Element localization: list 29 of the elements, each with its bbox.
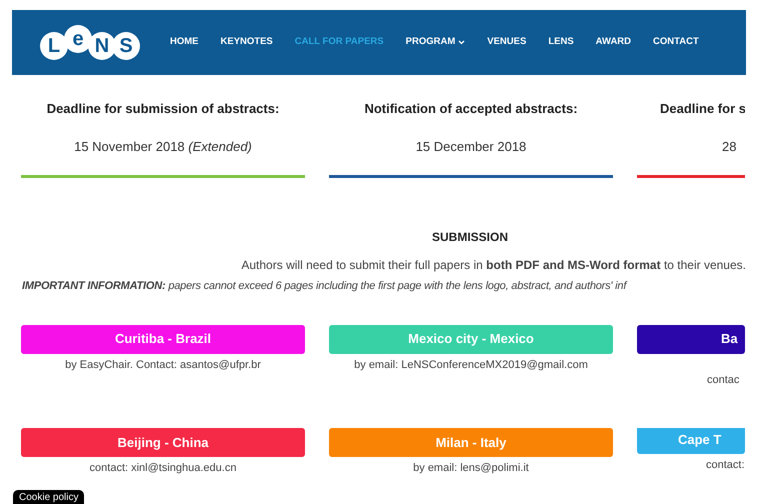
deadline-title: Deadline for s <box>659 100 745 118</box>
venue-contact: by email: lens@polimi.it <box>412 461 530 476</box>
nav-link[interactable]: CONTACT <box>653 35 699 50</box>
venue-contact: contact: xinl@tsinghua.edu.cn <box>88 461 238 476</box>
venue-contact: by EasyChair. Contact: asantos@ufpr.br <box>64 358 262 372</box>
nav-link[interactable]: KEYNOTES <box>220 35 273 50</box>
cookie-policy-tab[interactable]: Cookie policy <box>13 490 84 504</box>
deadline-date: 28 <box>721 138 736 156</box>
deadline-date: 15 December 2018 <box>416 138 526 156</box>
nav-link[interactable]: LENS <box>548 35 574 50</box>
venue-button[interactable]: Beijing - China <box>21 428 305 457</box>
section-heading: SUBMISSION <box>431 229 510 246</box>
nav-link[interactable]: HOME <box>170 35 198 50</box>
logo-letter: L <box>40 32 68 60</box>
nav-link[interactable]: PROGRAM <box>406 35 466 50</box>
logo-letter: e <box>64 24 92 52</box>
venue-contact: contact: <box>705 458 745 473</box>
venue-button[interactable]: Ba <box>637 324 745 354</box>
logo-letter: N <box>88 32 116 60</box>
venue-contact: by email: LeNSConferenceMX2019@gmail.com <box>353 358 589 372</box>
nav-link[interactable]: AWARD <box>596 35 632 50</box>
deadline-date: 15 November 2018 (Extended) <box>74 138 252 156</box>
nav-link[interactable]: VENUES <box>487 35 526 50</box>
venue-contact: contac <box>706 372 740 388</box>
important-note: IMPORTANT INFORMATION: papers cannot exceed 6 pages including the first page with the lens logo, abstract, and authors' inf <box>21 279 628 294</box>
submission-text: Authors will need to submit their full papers in both PDF and MS-Word format to their venues. <box>241 257 746 274</box>
deadline-title: Deadline for submission of abstracts: <box>46 100 280 118</box>
logo-letter: S <box>112 32 140 60</box>
deadline-title: Notification of accepted abstracts: <box>364 100 578 118</box>
